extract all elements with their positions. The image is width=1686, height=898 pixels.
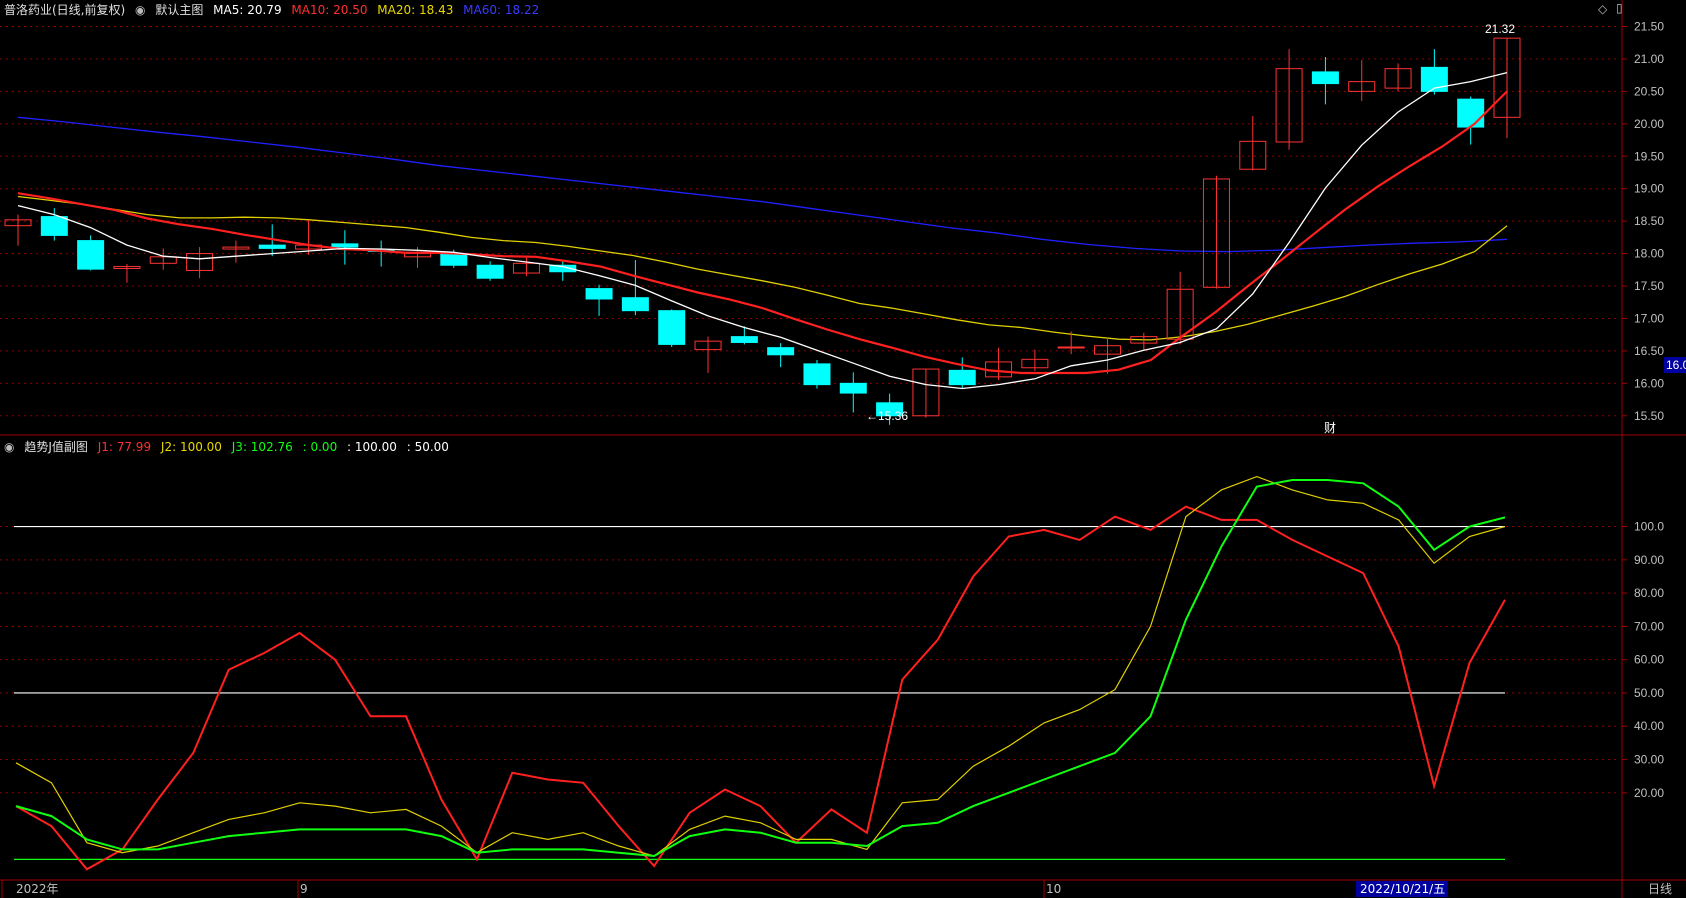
sub-y-tick-label: 100.0 bbox=[1634, 520, 1664, 534]
sub-y-tick-label: 40.00 bbox=[1634, 719, 1664, 733]
const-50-value: : 50.00 bbox=[406, 440, 449, 454]
candle-down bbox=[331, 243, 359, 248]
candle-up bbox=[1057, 346, 1085, 349]
indicator-layer bbox=[14, 475, 1506, 871]
diamond-icon[interactable]: ◇ bbox=[1598, 2, 1607, 16]
x-label-year: 2022年 bbox=[16, 882, 59, 896]
const-100-value: : 100.00 bbox=[347, 440, 397, 454]
window-restore-icon[interactable]: ▯ bbox=[1616, 1, 1623, 15]
y-tick-label: 19.00 bbox=[1634, 182, 1664, 196]
ma5-value: MA5: 20.79 bbox=[213, 3, 282, 17]
axis-layer: 15.50 16.00 16.50 17.00 17.50 18.00 18.50 19.00… bbox=[1, 19, 1664, 898]
series-j3 bbox=[15, 479, 1506, 858]
sub-y-tick-label: 80.00 bbox=[1634, 586, 1664, 600]
candle-down bbox=[1457, 98, 1485, 128]
low-price-label: ←15.36 bbox=[866, 409, 908, 423]
ma5-polyline bbox=[17, 71, 1508, 390]
candle-down bbox=[440, 253, 468, 266]
candle-down bbox=[258, 244, 286, 249]
candle-down bbox=[585, 288, 613, 300]
x-label-oct: 10 bbox=[1046, 882, 1061, 896]
financial-report-marker[interactable]: 财 bbox=[1324, 421, 1336, 435]
y-tick-label: 17.50 bbox=[1634, 279, 1664, 293]
ma60-line bbox=[17, 116, 1508, 253]
period-label[interactable]: 日线 bbox=[1648, 882, 1672, 896]
candle-down bbox=[476, 264, 504, 279]
candle-down bbox=[803, 363, 831, 386]
main-chart-label[interactable]: 默认主图 bbox=[155, 3, 203, 17]
ma60-value: MA60: 18.22 bbox=[463, 3, 540, 17]
x-label-cursor-date: 2022/10/21/五 bbox=[1360, 882, 1445, 896]
candle-down bbox=[621, 297, 649, 312]
main-chart-header: 普洛药业(日线,前复权) ◉ 默认主图 MA5: 20.79 MA10: 20.… bbox=[4, 1, 545, 18]
y-tick-label: 21.50 bbox=[1634, 19, 1664, 33]
sub-y-tick-label: 90.00 bbox=[1634, 553, 1664, 567]
indicator-title[interactable]: 趋势J值副图 bbox=[24, 440, 88, 454]
candle-down bbox=[767, 347, 795, 356]
candle-down bbox=[77, 240, 105, 270]
candle-down bbox=[948, 369, 976, 386]
y-tick-label: 21.00 bbox=[1634, 52, 1664, 66]
j1-value: J1: 77.99 bbox=[97, 440, 152, 454]
y-tick-label: 16.00 bbox=[1634, 376, 1664, 390]
current-price-label: 16.03 bbox=[1666, 358, 1686, 372]
candle-down bbox=[839, 382, 867, 394]
ma20-value: MA20: 18.43 bbox=[377, 3, 454, 17]
dropdown-icon[interactable]: ◉ bbox=[135, 3, 145, 17]
y-tick-label: 18.00 bbox=[1634, 247, 1664, 261]
const-0-value: : 0.00 bbox=[302, 440, 338, 454]
stock-title[interactable]: 普洛药业(日线,前复权) bbox=[4, 3, 125, 17]
candle-down bbox=[730, 336, 758, 343]
sub-y-tick-label: 60.00 bbox=[1634, 653, 1664, 667]
high-price-label: 21.32 bbox=[1485, 22, 1515, 36]
y-tick-label: 18.50 bbox=[1634, 214, 1664, 228]
sub-y-tick-label: 20.00 bbox=[1634, 786, 1664, 800]
series-j1 bbox=[15, 505, 1506, 871]
ma10-polyline bbox=[17, 90, 1508, 375]
y-tick-label: 20.00 bbox=[1634, 117, 1664, 131]
candle-down bbox=[1311, 71, 1339, 85]
y-tick-label: 15.50 bbox=[1634, 409, 1664, 423]
indicator-header: ◉ 趋势J值副图 J1: 77.99 J2: 100.00 J3: 102.76… bbox=[4, 438, 455, 455]
candle-down bbox=[658, 310, 686, 345]
y-tick-label: 19.50 bbox=[1634, 149, 1664, 163]
ma5-line bbox=[17, 71, 1508, 390]
sub-y-tick-label: 50.00 bbox=[1634, 686, 1664, 700]
x-label-sep: 9 bbox=[300, 882, 308, 896]
sub-y-tick-label: 70.00 bbox=[1634, 619, 1664, 633]
sub-y-tick-label: 30.00 bbox=[1634, 753, 1664, 767]
ma10-value: MA10: 20.50 bbox=[291, 3, 368, 17]
j3-value: J3: 102.76 bbox=[231, 440, 293, 454]
y-tick-label: 17.00 bbox=[1634, 311, 1664, 325]
y-tick-label: 16.50 bbox=[1634, 344, 1664, 358]
candle-down bbox=[40, 216, 68, 236]
ma60-polyline bbox=[17, 116, 1508, 253]
y-tick-label: 20.50 bbox=[1634, 84, 1664, 98]
indicator-dropdown-icon[interactable]: ◉ bbox=[4, 440, 14, 454]
j2-value: J2: 100.00 bbox=[160, 440, 222, 454]
ma10-line bbox=[17, 90, 1508, 375]
